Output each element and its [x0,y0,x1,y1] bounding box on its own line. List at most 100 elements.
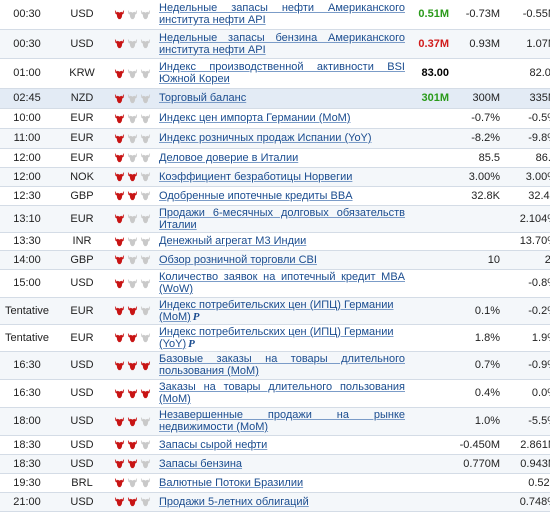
table-row[interactable]: 13:10 EUR Продажи 6-месячных долговых обяз… [0,205,550,232]
bull-icon [140,133,151,144]
event-link[interactable]: Индекс цен импорта Германии (MoM) [159,112,351,124]
event-time: 12:00 [13,170,41,183]
bull-icon [140,113,151,124]
previous-value: 21 [503,250,550,269]
event-link[interactable]: Базовые заказы на товары длительного пол… [159,353,405,377]
event-link[interactable]: Валютные Потоки Бразилии [159,477,303,489]
table-row[interactable]: Tentative EUR Индекс потребительских цен (… [0,324,550,351]
event-cell: Денежный агрегат M3 Индии [156,232,408,250]
event-link[interactable]: Деловое доверие в Италии [159,152,298,164]
importance-rating [110,148,156,167]
event-currency: EUR [70,132,94,144]
event-cell: Запасы бензина [156,454,408,473]
bull-icon [114,171,125,182]
table-row[interactable]: 15:00 USD Количество заявок на ипотечный к… [0,269,550,297]
event-link[interactable]: Количество заявок на ипотечный кредит MB… [159,271,405,295]
forecast-value: -8.2% [471,132,500,144]
event-link[interactable]: Недельные запасы нефти Американского инс… [159,2,405,26]
table-row[interactable]: 18:00 USD Незавершенные продажи на рынке н… [0,407,550,435]
event-link[interactable]: Продажи 6-месячных долговых обязательств… [159,207,405,231]
event-cell: Индекс цен импорта Германии (MoM) [156,108,408,128]
table-row[interactable]: 16:30 USD Базовые заказы на товары длитель… [0,351,550,379]
bull-icon [114,213,125,224]
importance-rating [110,205,156,232]
table-row[interactable]: 16:30 USD Заказы на товары длительного пол… [0,379,550,407]
event-link[interactable]: Индекс производственной активности BSI Ю… [159,61,405,85]
table-row[interactable]: 12:30 GBP Одобренные ипотечные кредиты BBA… [0,186,550,205]
table-row[interactable]: 12:00 EUR Деловое доверие в Италии 85.5 86.2 [0,148,550,167]
table-row[interactable]: 00:30 USD Недельные запасы нефти Американс… [0,0,550,29]
forecast-value: 300M [472,92,500,104]
event-link[interactable]: Запасы бензина [159,458,242,470]
actual-value [408,167,452,186]
table-row[interactable]: Tentative EUR Индекс потребительских цен (… [0,297,550,324]
bull-icon [114,278,125,289]
table-row[interactable]: 02:45 NZD Торговый баланс 301M 300M 335M [0,88,550,108]
event-currency: EUR [70,331,94,344]
bull-icon [140,254,151,265]
preliminary-icon: P [188,337,195,350]
event-link[interactable]: Незавершенные продажи на рынке недвижимо… [159,409,405,433]
event-time: 13:10 [13,212,41,225]
event-currency: GBP [70,253,94,266]
event-link[interactable]: Индекс розничных продаж Испании (YoY) [159,132,372,144]
event-time: 16:30 [13,359,41,371]
bull-icon [114,388,125,399]
event-time: 00:30 [13,8,41,21]
event-cell: Базовые заказы на товары длительного пол… [156,351,408,379]
bull-icon [140,477,151,488]
event-link[interactable]: Обзор розничной торговли CBI [159,254,317,266]
table-row[interactable]: 19:30 BRL Валютные Потоки Бразилии 0.52B [0,473,550,492]
bull-icon [127,113,138,124]
event-currency: USD [70,438,94,451]
event-currency: NZD [70,92,94,104]
table-row[interactable]: 12:00 NOK Коэффициент безработицы Норвегии… [0,167,550,186]
table-row[interactable]: 01:00 KRW Индекс производственной активнос… [0,58,550,88]
bull-icon [140,152,151,163]
importance-rating [110,379,156,407]
event-link[interactable]: Одобренные ипотечные кредиты BBA [159,190,353,202]
event-link[interactable]: Коэффициент безработицы Норвегии [159,171,352,183]
actual-value [408,492,452,511]
event-link[interactable]: Денежный агрегат M3 Индии [159,235,306,247]
table-row[interactable]: 10:00 EUR Индекс цен импорта Германии (MoM… [0,108,550,128]
event-time: 13:30 [13,235,41,247]
table-row[interactable]: 14:00 GBP Обзор розничной торговли CBI 1021 [0,250,550,269]
actual-value [408,407,452,435]
forecast-value: -0.450M [459,438,500,451]
bull-icon [140,190,151,201]
table-row[interactable]: 18:30 USD Запасы сырой нефти -0.450M 2.861M [0,435,550,454]
previous-value: -0.2% [528,304,550,317]
previous-value: 2.104% [519,212,550,225]
previous-value: 0.52B [528,476,550,489]
previous-value: 13.70% [519,235,550,247]
table-row[interactable]: 00:30 USD Недельные запасы бензина Америка… [0,29,550,58]
bull-icon [127,152,138,163]
forecast-value: 0.4% [474,387,500,399]
event-link[interactable]: Продажи 5-летних облигаций [159,496,309,508]
event-link[interactable]: Заказы на товары длительного пользования… [159,381,405,405]
table-row[interactable]: 11:00 EUR Индекс розничных продаж Испании … [0,128,550,148]
actual-value [408,435,452,454]
economic-calendar-table: 00:30 USD Недельные запасы нефти Американс… [0,0,550,512]
bull-icon [140,93,151,104]
event-link[interactable]: Торговый баланс [159,92,246,104]
event-time: 00:30 [13,37,41,50]
importance-rating [110,0,156,29]
event-cell: Торговый баланс [156,88,408,108]
table-row[interactable]: 13:30 INR Денежный агрегат M3 Индии 13.70% [0,232,550,250]
bull-icon [114,152,125,163]
event-link[interactable]: Недельные запасы бензина Американского и… [159,32,405,56]
bull-icon [140,278,151,289]
actual-value: 83.00 [421,67,449,79]
event-currency: USD [70,387,94,399]
event-link[interactable]: Запасы сырой нефти [159,439,267,451]
event-currency: BRL [71,476,93,489]
forecast-value: 0.7% [474,359,500,371]
actual-value [408,379,452,407]
event-cell: Запасы сырой нефти [156,435,408,454]
table-row[interactable]: 21:00 USD Продажи 5-летних облигаций 0.748% [0,492,550,511]
table-row[interactable]: 18:30 USD Запасы бензина 0.770M 0.943M [0,454,550,473]
event-time: 10:00 [13,112,41,124]
event-time: 18:00 [13,415,41,427]
